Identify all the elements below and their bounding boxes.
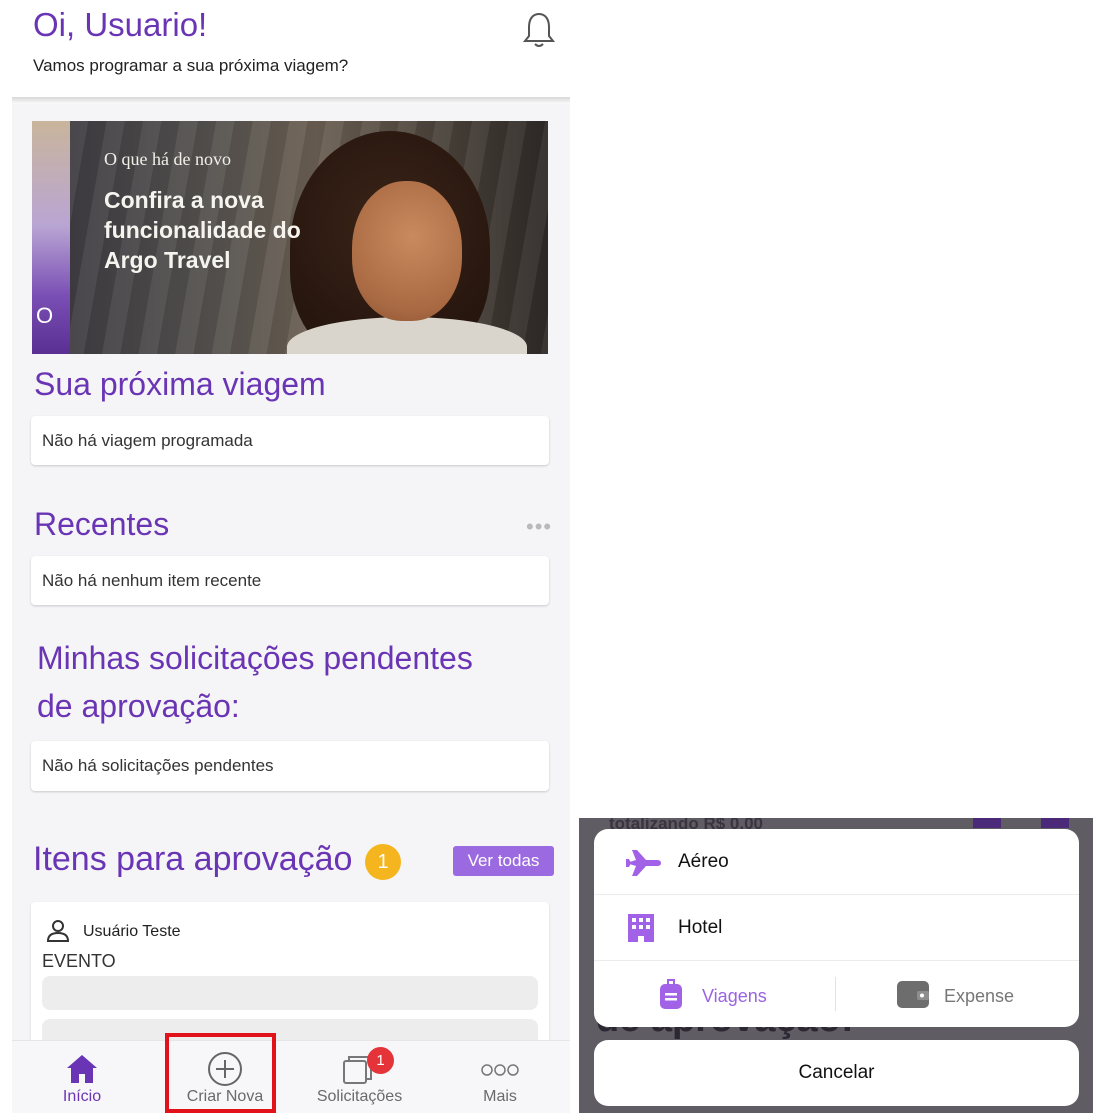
greeting-subtitle: Vamos programar a sua próxima viagem? xyxy=(33,56,349,75)
user-icon xyxy=(46,920,70,942)
next-trip-card[interactable]: Não há viagem programada xyxy=(31,416,549,465)
pending-title-line2: de aprovação: xyxy=(37,688,240,724)
approval-item-card[interactable]: Usuário Teste EVENTO xyxy=(31,902,549,1062)
more-circles-icon xyxy=(481,1064,519,1076)
bell-icon[interactable] xyxy=(522,10,556,50)
action-sheet: Aéreo Hotel Viagens Expense xyxy=(594,829,1079,1027)
wallet-icon xyxy=(897,981,929,1008)
next-trip-empty-text: Não há viagem programada xyxy=(42,430,253,450)
luggage-icon xyxy=(660,979,682,1009)
sheet-tabs: Viagens Expense xyxy=(594,961,1079,1027)
approval-user-name: Usuário Teste xyxy=(83,923,181,940)
recent-title: Recentes xyxy=(34,506,170,542)
tab-expense-label: Expense xyxy=(944,986,1015,1006)
option-aereo[interactable]: Aéreo xyxy=(594,829,1079,895)
view-all-button[interactable]: Ver todas xyxy=(453,846,554,876)
approval-type: EVENTO xyxy=(42,951,116,971)
tab-expense[interactable]: Expense xyxy=(837,961,1079,1027)
tab-viagens-label: Viagens xyxy=(702,986,767,1006)
tab-inicio[interactable]: Início xyxy=(52,1041,112,1113)
tab-mais-label: Mais xyxy=(483,1088,517,1105)
home-icon xyxy=(67,1055,97,1083)
banner-photo-face xyxy=(352,181,462,321)
banner-kicker: O que há de novo xyxy=(104,149,231,169)
background-purple-block xyxy=(1041,818,1069,828)
criar-nova-highlight xyxy=(165,1033,276,1113)
next-trip-title: Sua próxima viagem xyxy=(34,366,326,402)
skeleton-line xyxy=(42,976,538,1010)
approvals-count-badge: 1 xyxy=(365,844,401,880)
home-screen: Oi, Usuario! Vamos programar a sua próxi… xyxy=(0,0,580,1113)
background-purple-block xyxy=(973,818,1001,828)
tab-solicitacoes-label: Solicitações xyxy=(316,1088,403,1105)
banner-title: Confira a nova funcionalidade do Argo Tr… xyxy=(104,187,301,273)
option-hotel[interactable]: Hotel xyxy=(594,895,1079,961)
hotel-icon xyxy=(628,914,654,942)
option-aereo-label: Aéreo xyxy=(678,851,729,872)
banner-edge-letter: O xyxy=(36,303,54,328)
pending-title-line1: Minhas solicitações pendentes xyxy=(37,640,473,676)
news-banner[interactable]: O O que há de novo Confira a nova funcio… xyxy=(32,121,548,354)
more-dots-icon[interactable]: ••• xyxy=(526,514,552,540)
tab-mais[interactable]: Mais xyxy=(470,1041,530,1113)
tab-solicitacoes[interactable]: Solicitações xyxy=(302,1041,417,1113)
approvals-title: Itens para aprovação xyxy=(33,840,353,878)
greeting-title: Oi, Usuario! xyxy=(33,6,208,43)
recent-empty-text: Não há nenhum item recente xyxy=(42,570,262,590)
tab-inicio-label: Início xyxy=(62,1088,102,1105)
bottom-tab-bar: Início Criar Nova Solicitações Mais xyxy=(12,1040,570,1113)
pending-card[interactable]: Não há solicitações pendentes xyxy=(31,741,549,791)
cancel-button[interactable]: Cancelar xyxy=(594,1040,1079,1106)
solicitacoes-badge: 1 xyxy=(367,1047,394,1074)
airplane-icon xyxy=(626,850,661,876)
tab-viagens[interactable]: Viagens xyxy=(594,961,836,1027)
pending-empty-text: Não há solicitações pendentes xyxy=(42,756,274,775)
tabs-divider xyxy=(835,977,836,1011)
action-sheet-overlay: totalizando R$ 0,00 de aprovação: Aéreo … xyxy=(579,818,1093,1113)
recent-card[interactable]: Não há nenhum item recente xyxy=(31,556,549,605)
option-hotel-label: Hotel xyxy=(678,917,723,938)
